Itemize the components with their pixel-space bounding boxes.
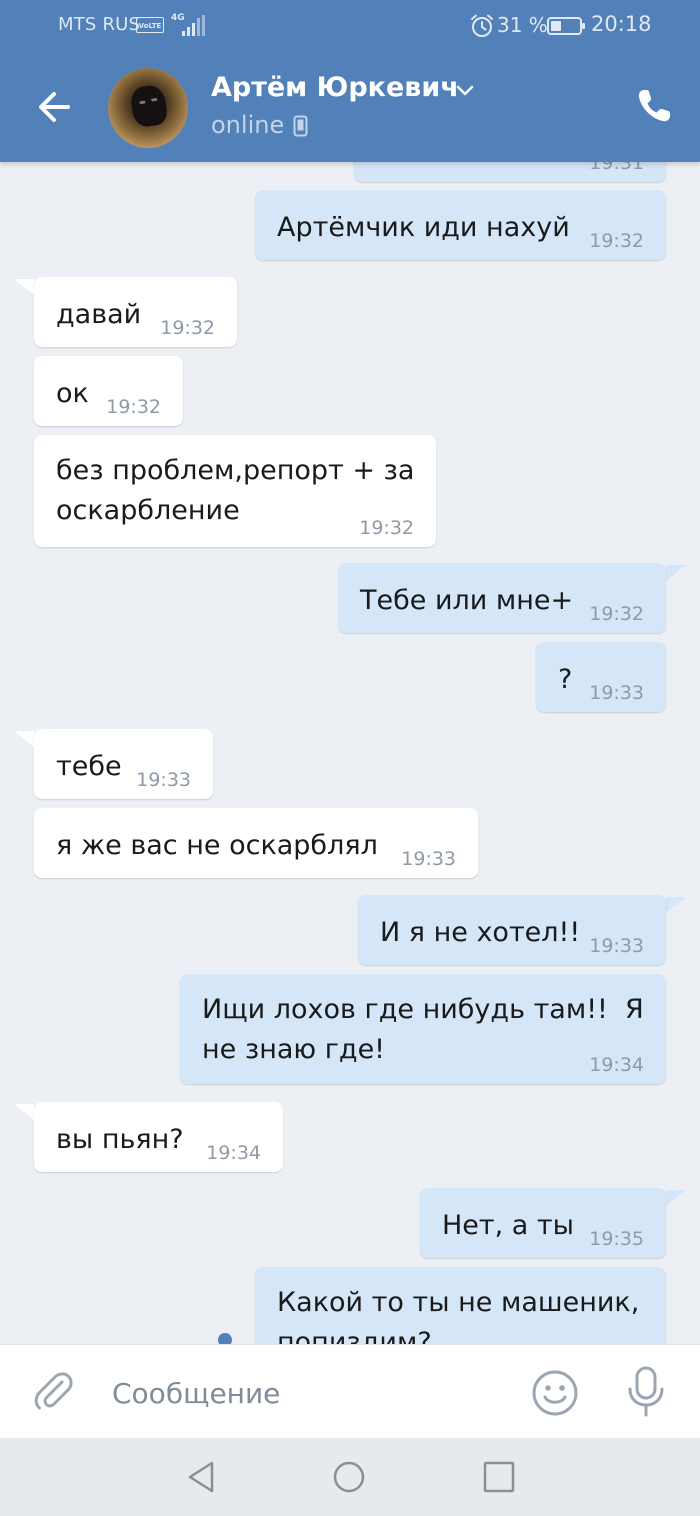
contact-status: online	[211, 111, 285, 139]
top-bar: MTS RUS VoLTE 4G 31 % 20:18 Артём Юркеви…	[0, 0, 700, 162]
arrow-left-icon[interactable]	[30, 82, 80, 132]
avatar-eye	[150, 97, 158, 102]
signal-icon	[182, 15, 205, 36]
message-incoming[interactable]: давай 19:32	[34, 277, 237, 347]
chevron-down-icon[interactable]	[455, 84, 475, 98]
message-text: Ищи лохов где нибудь там!! Я не знаю где…	[202, 994, 653, 1065]
message-input-bar	[0, 1344, 700, 1439]
message-outgoing[interactable]: Какой то ты не машеник, попиздим?	[255, 1267, 666, 1344]
message-time: 19:34	[206, 1142, 261, 1164]
system-navigation-bar	[0, 1438, 700, 1516]
nav-recents-icon[interactable]	[482, 1460, 516, 1494]
message-incoming[interactable]: тебе 19:33	[34, 729, 213, 799]
bubble-tail	[666, 897, 686, 913]
bubble-tail	[14, 279, 34, 295]
message-outgoing[interactable]: Ищи лохов где нибудь там!! Я не знаю где…	[180, 974, 666, 1084]
chat-area[interactable]: 19:31 Артёмчик иди нахуй 19:32 давай 19:…	[0, 0, 700, 1344]
message-outgoing[interactable]: Тебе или мне+ 19:32	[338, 563, 666, 633]
message-time: 19:32	[359, 517, 414, 539]
message-time: 19:33	[589, 682, 644, 704]
smiley-icon[interactable]	[531, 1369, 579, 1417]
message-time: 19:33	[136, 769, 191, 791]
message-incoming[interactable]: без проблем,репорт + за оскарбление 19:3…	[34, 435, 436, 547]
message-incoming[interactable]: вы пьян? 19:34	[34, 1102, 283, 1172]
unread-indicator-dot	[218, 1333, 232, 1344]
status-clock: 20:18	[591, 12, 652, 36]
paperclip-icon[interactable]	[32, 1370, 76, 1414]
avatar-photo	[129, 83, 169, 129]
message-time: 19:34	[589, 1054, 644, 1076]
volte-badge: VoLTE	[136, 17, 164, 33]
avatar[interactable]	[108, 68, 188, 148]
alarm-icon	[471, 14, 493, 37]
message-text: Какой то ты не машеник, попиздим?	[277, 1287, 648, 1344]
avatar-eye	[139, 100, 146, 105]
bubble-tail	[666, 565, 686, 581]
bubble-tail	[14, 1104, 34, 1120]
message-time: 19:32	[589, 603, 644, 625]
message-outgoing[interactable]: И я не хотел!! 19:33	[358, 895, 666, 965]
message-time: 19:32	[160, 317, 215, 339]
message-time: 19:32	[589, 230, 644, 252]
volte-label: VoLTE	[138, 22, 162, 30]
message-time: 19:32	[106, 396, 161, 418]
carrier-name: MTS RUS	[58, 14, 141, 35]
message-outgoing[interactable]: Нет, а ты 19:35	[420, 1188, 666, 1258]
message-outgoing[interactable]: Артёмчик иди нахуй 19:32	[255, 190, 666, 260]
bubble-tail	[666, 1190, 686, 1206]
message-incoming[interactable]: ок 19:32	[34, 356, 183, 426]
message-incoming[interactable]: я же вас не оскарблял 19:33	[34, 808, 478, 878]
microphone-icon[interactable]	[624, 1365, 668, 1419]
message-time: 19:35	[589, 1228, 644, 1250]
mobile-icon	[293, 115, 308, 137]
contact-name[interactable]: Артём Юркевич	[211, 72, 459, 103]
phone-icon[interactable]	[632, 84, 676, 128]
battery-percent: 31 %	[497, 13, 548, 37]
message-text: я же вас не оскарблял	[56, 830, 378, 861]
message-time: 19:33	[401, 848, 456, 870]
battery-icon	[547, 17, 585, 35]
message-input[interactable]	[110, 1367, 514, 1419]
message-time: 19:33	[589, 935, 644, 957]
status-bar: MTS RUS VoLTE 4G 31 % 20:18	[0, 0, 700, 52]
nav-back-icon[interactable]	[184, 1460, 218, 1494]
nav-home-icon[interactable]	[332, 1460, 366, 1494]
message-outgoing[interactable]: ? 19:33	[536, 642, 666, 712]
bubble-tail	[14, 731, 34, 747]
